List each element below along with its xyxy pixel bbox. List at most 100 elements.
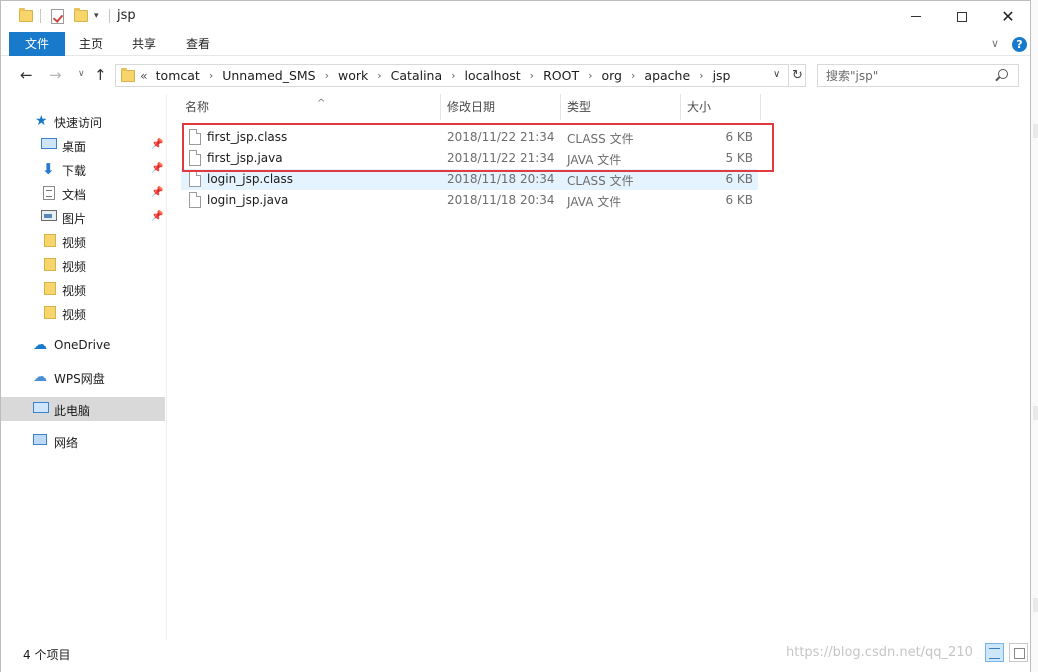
refresh-icon[interactable]: ↻ bbox=[790, 64, 806, 87]
chevron-right-icon[interactable]: › bbox=[588, 69, 592, 82]
minimize-button[interactable] bbox=[893, 1, 939, 32]
address-dropdown-icon[interactable]: ∨ bbox=[773, 69, 780, 80]
file-date: 2018/11/22 21:34 bbox=[447, 151, 555, 165]
column-header-type[interactable]: 类型 bbox=[561, 94, 681, 120]
onedrive-icon: ☁ bbox=[33, 337, 47, 353]
sidebar-item-network[interactable]: 网络 bbox=[1, 429, 165, 453]
breadcrumb-item[interactable]: tomcat bbox=[156, 68, 200, 83]
sidebar-item-videos[interactable]: 视频 bbox=[1, 277, 165, 301]
breadcrumb-item[interactable]: ROOT bbox=[543, 68, 579, 83]
file-icon bbox=[189, 150, 201, 166]
chevron-right-icon[interactable]: › bbox=[699, 69, 703, 82]
breadcrumb-item[interactable]: jsp bbox=[713, 68, 731, 83]
up-arrow-icon[interactable]: ↑ bbox=[94, 66, 107, 84]
sidebar-item-desktop[interactable]: 桌面 📌 bbox=[1, 133, 165, 157]
sort-ascending-icon: ^ bbox=[317, 98, 326, 109]
breadcrumb-item[interactable]: Catalina bbox=[391, 68, 442, 83]
column-header-size[interactable]: 大小 bbox=[681, 94, 761, 120]
chevron-right-icon[interactable]: › bbox=[377, 69, 381, 82]
breadcrumb-item[interactable]: org bbox=[601, 68, 622, 83]
folder-icon bbox=[121, 68, 135, 85]
file-icon bbox=[189, 171, 201, 187]
tab-home[interactable]: 主页 bbox=[73, 32, 109, 56]
pin-icon[interactable]: 📌 bbox=[151, 163, 163, 174]
folder-icon bbox=[44, 258, 56, 271]
close-button[interactable]: ✕ bbox=[985, 1, 1031, 32]
pin-icon[interactable]: 📌 bbox=[151, 187, 163, 198]
sidebar-item-downloads[interactable]: ⬇ 下载 📌 bbox=[1, 157, 165, 181]
breadcrumb-overflow[interactable]: « bbox=[140, 68, 148, 83]
separator bbox=[40, 9, 41, 23]
sidebar-item-documents[interactable]: 文档 📌 bbox=[1, 181, 165, 205]
sidebar-item-label: 桌面 bbox=[62, 140, 87, 154]
file-row[interactable]: first_jsp.java 2018/11/22 21:34 JAVA 文件 … bbox=[181, 148, 758, 169]
tab-view[interactable]: 查看 bbox=[179, 32, 217, 56]
search-icon[interactable] bbox=[998, 69, 1008, 79]
sidebar-item-videos[interactable]: 视频 bbox=[1, 253, 165, 277]
back-arrow-icon[interactable]: ← bbox=[20, 66, 33, 84]
breadcrumb-item[interactable]: apache bbox=[644, 68, 690, 83]
ribbon: 文件 主页 共享 查看 ∨ ? bbox=[1, 32, 1030, 56]
breadcrumb-item[interactable]: work bbox=[338, 68, 368, 83]
sidebar-item-label: 文档 bbox=[62, 188, 87, 202]
sidebar-item-label: 视频 bbox=[62, 260, 87, 274]
pin-icon[interactable]: 📌 bbox=[151, 139, 163, 150]
column-header-label: 修改日期 bbox=[447, 100, 496, 114]
wps-cloud-icon: ☁ bbox=[33, 369, 47, 385]
file-row[interactable]: login_jsp.java 2018/11/18 20:34 JAVA 文件 … bbox=[181, 190, 758, 211]
file-row[interactable]: first_jsp.class 2018/11/22 21:34 CLASS 文… bbox=[181, 127, 758, 148]
column-header-label: 名称 bbox=[185, 100, 210, 114]
folder-icon bbox=[19, 8, 33, 24]
customize-toolbar-icon[interactable]: ▾ bbox=[94, 11, 99, 21]
sidebar-item-quick-access[interactable]: ★ 快速访问 bbox=[1, 109, 165, 133]
sidebar-item-this-pc[interactable]: 此电脑 bbox=[1, 397, 165, 421]
details-view-icon[interactable] bbox=[985, 643, 1004, 662]
breadcrumb-item[interactable]: localhost bbox=[465, 68, 521, 83]
document-icon bbox=[43, 186, 55, 200]
column-header-label: 类型 bbox=[567, 100, 592, 114]
column-header-date[interactable]: 修改日期 bbox=[441, 94, 561, 120]
close-icon: ✕ bbox=[1001, 7, 1015, 26]
properties-icon[interactable] bbox=[51, 8, 64, 24]
address-bar[interactable]: « tomcat › Unnamed_SMS › work › Catalina… bbox=[115, 64, 789, 87]
sidebar-item-videos[interactable]: 视频 bbox=[1, 229, 165, 253]
file-icon bbox=[189, 129, 201, 145]
background-mark bbox=[1033, 406, 1038, 420]
chevron-right-icon[interactable]: › bbox=[209, 69, 213, 82]
file-list: ^ 名称 修改日期 类型 大小 first_jsp.class 2018/11/… bbox=[167, 94, 1030, 640]
chevron-right-icon[interactable]: › bbox=[631, 69, 635, 82]
new-folder-icon[interactable] bbox=[74, 8, 88, 24]
sidebar-item-label: 快速访问 bbox=[54, 116, 103, 130]
tab-share[interactable]: 共享 bbox=[125, 32, 163, 56]
sidebar-item-onedrive[interactable]: ☁ OneDrive bbox=[1, 333, 165, 357]
navigation-pane: ★ 快速访问 桌面 📌 ⬇ 下载 📌 文档 📌 图片 📌 视频 视频 视频 视频… bbox=[1, 94, 167, 640]
file-type: CLASS 文件 bbox=[567, 174, 634, 188]
pin-icon[interactable]: 📌 bbox=[151, 211, 163, 222]
chevron-right-icon[interactable]: › bbox=[451, 69, 455, 82]
recent-locations-icon[interactable]: ∨ bbox=[78, 69, 85, 79]
forward-arrow-icon[interactable]: → bbox=[49, 66, 62, 84]
help-icon[interactable]: ? bbox=[1012, 37, 1027, 52]
sidebar-item-videos[interactable]: 视频 bbox=[1, 301, 165, 325]
file-icon bbox=[189, 192, 201, 208]
breadcrumb-item[interactable]: Unnamed_SMS bbox=[222, 68, 315, 83]
file-name: first_jsp.class bbox=[207, 130, 288, 144]
sidebar-item-label: 图片 bbox=[62, 212, 87, 226]
sidebar-item-label: 此电脑 bbox=[54, 404, 91, 418]
search-input[interactable] bbox=[826, 66, 996, 85]
sidebar-item-pictures[interactable]: 图片 📌 bbox=[1, 205, 165, 229]
chevron-right-icon[interactable]: › bbox=[325, 69, 329, 82]
sidebar-item-wps-cloud[interactable]: ☁ WPS网盘 bbox=[1, 365, 165, 389]
expand-ribbon-icon[interactable]: ∨ bbox=[991, 37, 999, 50]
maximize-button[interactable] bbox=[939, 1, 985, 32]
file-date: 2018/11/18 20:34 bbox=[447, 193, 555, 207]
tab-file[interactable]: 文件 bbox=[9, 32, 65, 56]
large-icons-view-icon[interactable] bbox=[1009, 643, 1028, 662]
column-header-name[interactable]: ^ 名称 bbox=[179, 94, 441, 120]
item-count: 4 个项目 bbox=[23, 648, 71, 662]
file-row[interactable]: login_jsp.class 2018/11/18 20:34 CLASS 文… bbox=[181, 169, 758, 190]
sidebar-item-label: WPS网盘 bbox=[54, 372, 105, 386]
download-icon: ⬇ bbox=[42, 160, 55, 178]
sidebar-item-label: 视频 bbox=[62, 308, 87, 322]
chevron-right-icon[interactable]: › bbox=[530, 69, 534, 82]
